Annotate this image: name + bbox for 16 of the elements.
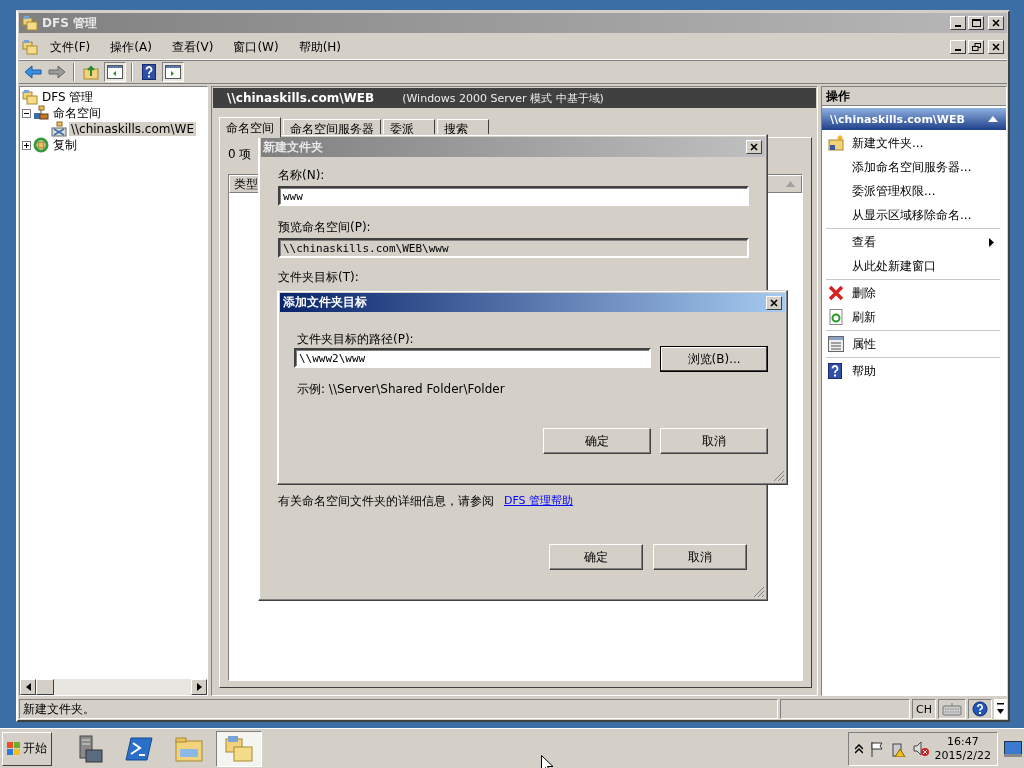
- field-label: 名称(N):: [278, 167, 325, 183]
- field-label: 预览命名空间(P):: [278, 219, 371, 235]
- field-label: 文件夹目标(T):: [278, 269, 359, 285]
- header-mode: (Windows 2000 Server 模式 中基于域): [402, 90, 604, 106]
- window-title: DFS 管理: [42, 14, 98, 32]
- dialog-title: 添加文件夹目标: [283, 294, 368, 311]
- preview-field: \\chinaskills.com\WEB\www: [278, 238, 749, 258]
- field-label: 文件夹目标的路径(P):: [296, 331, 414, 347]
- header-title: \\chinaskills.com\WEB: [227, 91, 375, 105]
- example-text: 示例: \\Server\Shared Folder\Folder: [296, 381, 506, 398]
- help-text: 有关命名空间文件夹的详细信息，请参阅: [278, 493, 494, 510]
- item-count: 0 项: [228, 146, 252, 162]
- actions-title: 操作: [822, 87, 1006, 106]
- dialog-title: 新建文件夹: [263, 138, 324, 156]
- status-text: 新建文件夹。: [19, 699, 779, 719]
- section-title: \\chinaskills.com\WEB: [830, 112, 966, 126]
